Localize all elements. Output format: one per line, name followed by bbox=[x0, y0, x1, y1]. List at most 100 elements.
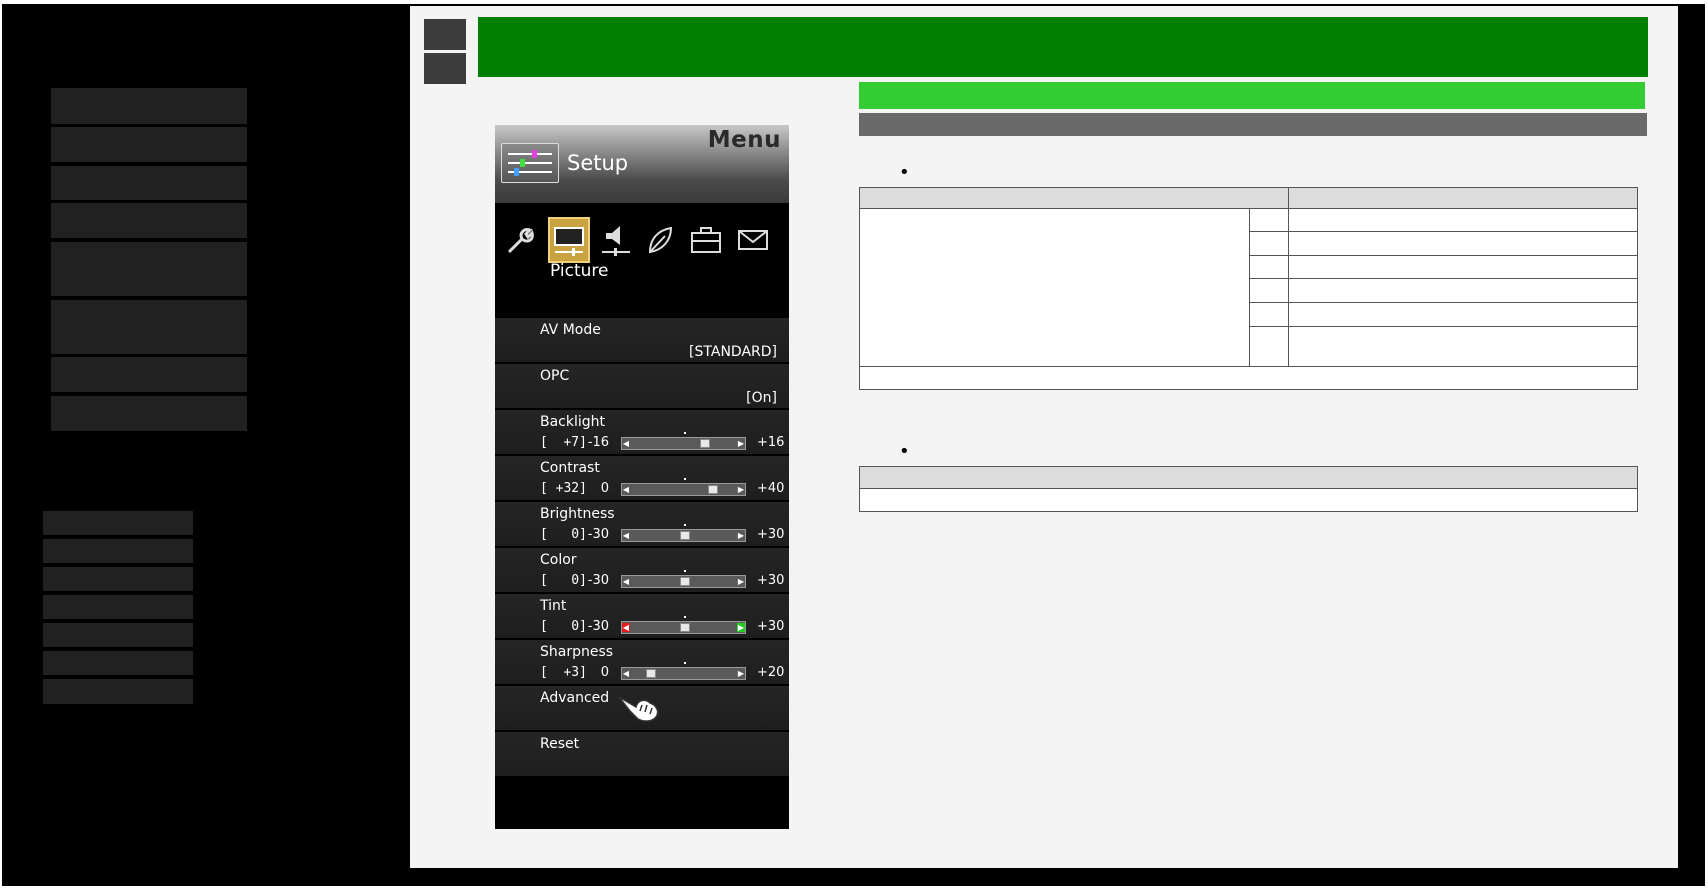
menu-item-color[interactable]: Color [ 0] -30 ◀ ▶ +30 bbox=[495, 548, 789, 592]
slider-left-arrow-icon[interactable]: ◀ bbox=[622, 669, 630, 678]
slider-label: Backlight bbox=[540, 414, 606, 430]
sidebar-nav-item[interactable] bbox=[51, 396, 247, 431]
sidebar-link[interactable] bbox=[43, 567, 193, 591]
slider-right-arrow-icon[interactable]: ▶ bbox=[737, 577, 745, 586]
selected-category-label: Picture bbox=[550, 261, 609, 281]
slider-thumb[interactable] bbox=[700, 439, 711, 448]
menu-item-backlight[interactable]: Backlight [ +7] -16 ◀ ▶ +16 bbox=[495, 410, 789, 454]
menu-item-reset[interactable]: Reset bbox=[495, 732, 789, 776]
slider-min-label: -30 bbox=[587, 573, 609, 588]
slider-left-arrow-icon[interactable]: ◀ bbox=[622, 531, 630, 540]
sidebar-nav-item[interactable] bbox=[51, 357, 247, 392]
table-cell bbox=[1288, 255, 1638, 279]
menu-item-label: OPC bbox=[540, 368, 570, 384]
slider-max-label: +20 bbox=[757, 665, 785, 680]
slider-right-arrow-icon[interactable]: ▶ bbox=[737, 485, 745, 494]
menu-item-label: Reset bbox=[540, 736, 580, 752]
slider-right-arrow-icon[interactable]: ▶ bbox=[737, 531, 745, 540]
table-cell bbox=[1288, 231, 1638, 256]
slider-min-label: -30 bbox=[587, 527, 609, 542]
section-header-bar bbox=[859, 82, 1645, 109]
slider-thumb[interactable] bbox=[679, 577, 690, 586]
slider-thumb[interactable] bbox=[708, 485, 718, 494]
sidebar-nav-item[interactable] bbox=[51, 166, 247, 200]
bullet-marker: • bbox=[899, 162, 910, 183]
nav-back-button[interactable] bbox=[424, 19, 466, 50]
slider-track[interactable]: ◀ ▶ bbox=[621, 662, 746, 680]
slider-center-tick bbox=[684, 662, 686, 664]
slider-track[interactable]: ◀ ▶ bbox=[621, 524, 746, 542]
table-cell bbox=[1249, 208, 1289, 232]
slider-center-tick bbox=[684, 478, 686, 480]
menu-item-contrast[interactable]: Contrast [ +32] 0 ◀ ▶ +40 bbox=[495, 456, 789, 500]
sidebar-link[interactable] bbox=[43, 623, 193, 647]
picture-icon[interactable] bbox=[548, 217, 590, 263]
sidebar-link[interactable] bbox=[43, 539, 193, 563]
slider-center-tick bbox=[684, 524, 686, 526]
slider-track[interactable]: ◀ ▶ bbox=[621, 432, 746, 450]
menu-item-brightness[interactable]: Brightness [ 0] -30 ◀ ▶ +30 bbox=[495, 502, 789, 546]
table-cell bbox=[1249, 326, 1289, 367]
pointing-hand-icon bbox=[616, 689, 662, 730]
table-cell bbox=[1249, 302, 1289, 327]
sidebar-link[interactable] bbox=[43, 595, 193, 619]
slider-min-label: -16 bbox=[587, 435, 609, 450]
sidebar-link[interactable] bbox=[43, 511, 193, 535]
table-footer-cell bbox=[859, 366, 1638, 390]
slider-track[interactable]: ◀ ▶ bbox=[621, 616, 746, 634]
menu-item-tint[interactable]: Tint [ 0] -30 ◀ ▶ +30 bbox=[495, 594, 789, 638]
table-cell bbox=[1288, 326, 1638, 367]
sidebar-link[interactable] bbox=[43, 651, 193, 675]
slider-max-label: +30 bbox=[757, 573, 785, 588]
sidebar-nav-item[interactable] bbox=[51, 300, 247, 354]
speaker-icon[interactable] bbox=[599, 217, 633, 263]
slider-left-arrow-icon[interactable]: ◀ bbox=[622, 577, 630, 586]
slider-thumb[interactable] bbox=[679, 531, 690, 540]
slider-max-label: +16 bbox=[757, 435, 785, 450]
table-cell bbox=[1288, 302, 1638, 327]
menu-item-label: Advanced bbox=[540, 690, 610, 706]
slider-right-arrow-icon[interactable]: ▶ bbox=[737, 669, 745, 678]
slider-max-label: +40 bbox=[757, 481, 785, 496]
slider-label: Sharpness bbox=[540, 644, 614, 660]
nav-forward-button[interactable] bbox=[424, 53, 466, 84]
briefcase-icon[interactable] bbox=[687, 217, 725, 263]
menu-item-opc[interactable]: OPC [On] bbox=[495, 364, 789, 408]
slider-track[interactable]: ◀ ▶ bbox=[621, 478, 746, 496]
menu-item-av-mode[interactable]: AV Mode [STANDARD] bbox=[495, 318, 789, 362]
table-cell bbox=[1249, 255, 1289, 279]
slider-min-label: 0 bbox=[600, 481, 609, 496]
notes-table bbox=[859, 466, 1638, 512]
sidebar-link[interactable] bbox=[43, 679, 193, 704]
menu-item-value: [STANDARD] bbox=[689, 344, 777, 360]
slider-left-arrow-icon[interactable]: ◀ bbox=[622, 485, 630, 494]
sidebar-nav-item[interactable] bbox=[51, 242, 247, 296]
settings-table bbox=[859, 187, 1638, 390]
slider-right-arrow-icon[interactable]: ▶ bbox=[737, 623, 745, 632]
menu-item-advanced[interactable]: Advanced bbox=[495, 686, 789, 730]
slider-right-arrow-icon[interactable]: ▶ bbox=[737, 439, 745, 448]
slider-max-label: +30 bbox=[757, 527, 785, 542]
leaf-icon[interactable] bbox=[643, 217, 677, 263]
menu-item-sharpness[interactable]: Sharpness [ +3] 0 ◀ ▶ +20 bbox=[495, 640, 789, 684]
sidebar-nav-item[interactable] bbox=[51, 88, 247, 124]
slider-track[interactable]: ◀ ▶ bbox=[621, 570, 746, 588]
sidebar-nav-item[interactable] bbox=[51, 203, 247, 238]
slider-left-arrow-icon[interactable]: ◀ bbox=[622, 439, 630, 448]
slider-center-tick bbox=[684, 616, 686, 618]
slider-thumb[interactable] bbox=[646, 669, 657, 678]
table-header-cell bbox=[859, 466, 1638, 489]
tv-setup-menu: Menu Setup Picture AV Mode [STANDARD] OP… bbox=[495, 125, 789, 829]
table-merged-cell bbox=[859, 208, 1250, 367]
slider-thumb[interactable] bbox=[679, 623, 690, 632]
slider-left-arrow-icon[interactable]: ◀ bbox=[622, 623, 630, 632]
table-cell bbox=[1249, 278, 1289, 303]
table-header-cell bbox=[1288, 187, 1638, 209]
menu-item-value: [On] bbox=[746, 390, 777, 406]
sidebar-nav-item[interactable] bbox=[51, 127, 247, 162]
category-icon-row bbox=[495, 217, 789, 267]
subsection-header-bar bbox=[859, 113, 1647, 136]
slider-label: Brightness bbox=[540, 506, 615, 522]
envelope-icon[interactable] bbox=[734, 217, 772, 263]
wrench-icon[interactable] bbox=[503, 217, 539, 263]
